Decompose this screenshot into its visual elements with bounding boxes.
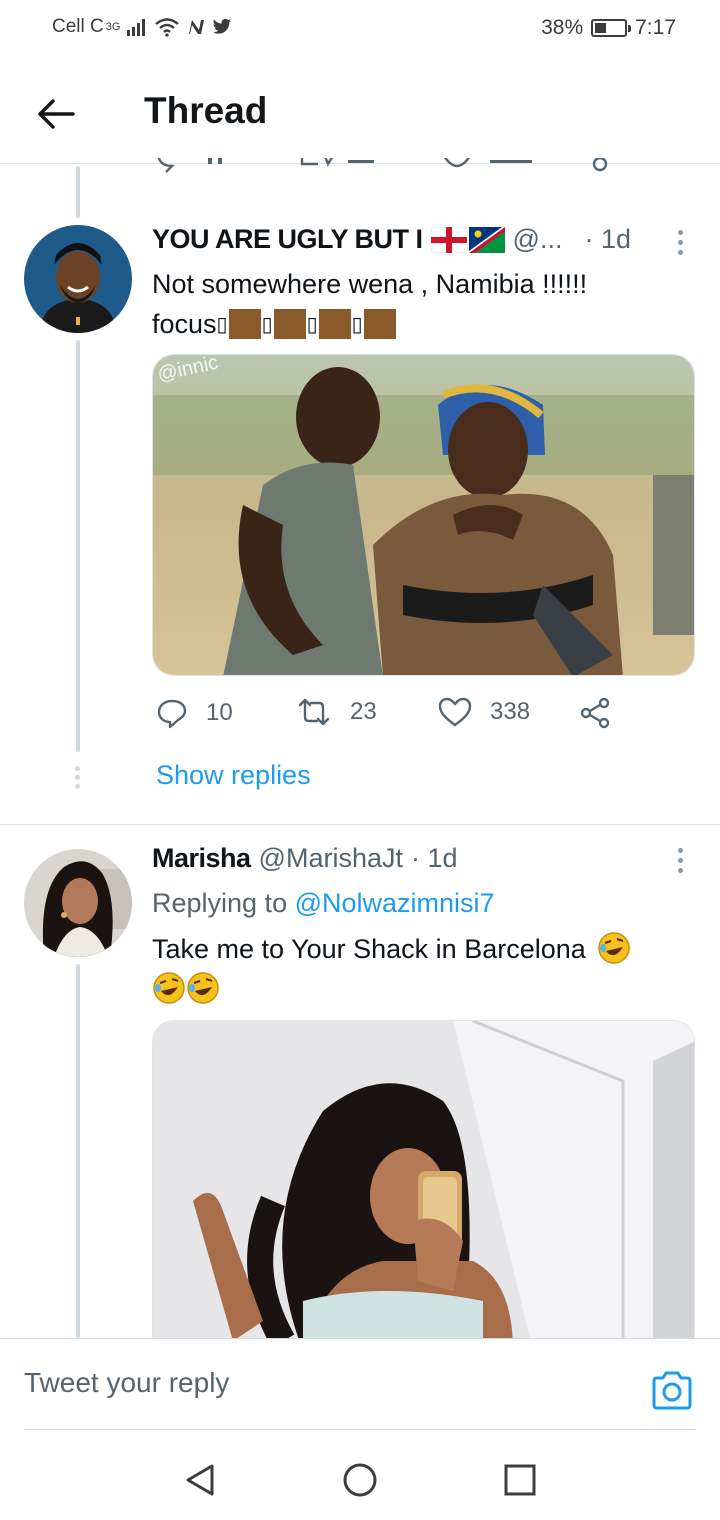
tweet-text: Take me to Your Shack in Barcelona bbox=[152, 929, 631, 1009]
rofl-emoji-icon bbox=[598, 932, 631, 964]
rofl-emoji-icon bbox=[187, 972, 219, 1004]
more-options-button[interactable] bbox=[674, 230, 686, 255]
reply-bar: Tweet your reply bbox=[0, 1338, 720, 1434]
reply-underline bbox=[24, 1429, 696, 1430]
rofl-emoji-icon bbox=[153, 972, 185, 1004]
handle[interactable]: @MarishaJt bbox=[259, 843, 403, 874]
tweet-image[interactable] bbox=[152, 1020, 695, 1350]
triangle-back-icon bbox=[186, 1464, 214, 1496]
replying-to-link[interactable]: @Nolwazimnisi7 bbox=[295, 888, 495, 918]
square-recents-icon bbox=[504, 1464, 536, 1496]
network-type: 3G bbox=[105, 21, 121, 33]
thread-line-tweet1 bbox=[76, 340, 80, 752]
tweet-actions: 10 23 338 bbox=[156, 697, 626, 737]
reply-count: 10 bbox=[206, 699, 233, 726]
emoji-icon bbox=[318, 309, 351, 339]
thread-line-tweet2 bbox=[76, 964, 80, 1338]
namibia-flag-icon bbox=[468, 226, 505, 253]
carrier-name: Cell C bbox=[52, 16, 104, 37]
emoji-icon bbox=[273, 309, 306, 339]
previous-tweet-actions bbox=[152, 158, 632, 176]
tweet-text-line bbox=[152, 969, 631, 1009]
like-count: 338 bbox=[490, 698, 531, 725]
reply-icon bbox=[157, 699, 187, 729]
tweet-text-content: Take me to Your Shack in Barcelona bbox=[152, 934, 586, 964]
thread-continuation-dots bbox=[75, 766, 80, 789]
status-right: 38% 7:17 bbox=[541, 16, 676, 40]
retweet-button[interactable]: 23 bbox=[296, 697, 377, 727]
signal-icon bbox=[127, 19, 146, 36]
display-name[interactable]: YOU ARE UGLY BUT I bbox=[152, 224, 423, 255]
timestamp: · 1d bbox=[411, 843, 458, 873]
thread-line-top bbox=[76, 166, 80, 218]
tweet-header: Marisha @MarishaJt · 1d bbox=[152, 843, 458, 874]
page-title: Thread bbox=[144, 90, 268, 131]
replying-to-line: Replying to @Nolwazimnisi7 bbox=[152, 883, 495, 923]
clock: 7:17 bbox=[635, 16, 676, 39]
avatar[interactable] bbox=[24, 849, 132, 957]
tweet-header: YOU ARE UGLY BUT I @... · 1d bbox=[152, 224, 631, 255]
display-name[interactable]: Marisha bbox=[152, 843, 251, 874]
tweet-text-line: Not somewhere wena , Namibia !!!!!! bbox=[152, 269, 588, 299]
camera-button[interactable] bbox=[650, 1369, 694, 1413]
emoji-icon bbox=[363, 309, 396, 339]
battery-percent: 38% bbox=[541, 16, 584, 39]
share-button[interactable] bbox=[580, 697, 612, 729]
tweet-image[interactable]: @innic bbox=[152, 354, 695, 676]
system-nav-bar bbox=[0, 1436, 720, 1520]
twitter-bird-icon bbox=[213, 18, 232, 34]
arrow-left-icon bbox=[38, 99, 75, 129]
battery-fill bbox=[595, 23, 607, 33]
n-app-icon bbox=[189, 20, 205, 34]
thread-header: Thread bbox=[0, 60, 720, 164]
nav-back-button[interactable] bbox=[180, 1460, 220, 1500]
status-bar: Cell C 3G 38% 7:17 bbox=[0, 0, 720, 56]
reply-input[interactable]: Tweet your reply bbox=[24, 1367, 229, 1399]
heart-icon bbox=[438, 697, 472, 727]
retweet-icon bbox=[298, 698, 330, 726]
circle-home-icon bbox=[343, 1463, 377, 1497]
tweet-text: Not somewhere wena , Namibia !!!!!! focu… bbox=[152, 264, 587, 345]
camera-icon bbox=[652, 1371, 692, 1410]
timestamp: · 1d bbox=[584, 224, 631, 254]
back-button[interactable] bbox=[30, 88, 82, 140]
status-left: Cell C 3G bbox=[52, 16, 232, 38]
nav-recents-button[interactable] bbox=[500, 1460, 540, 1500]
like-button[interactable]: 338 bbox=[438, 697, 530, 727]
share-icon bbox=[580, 697, 610, 729]
tweet-text-line: Take me to Your Shack in Barcelona bbox=[152, 929, 631, 969]
replying-label: Replying to bbox=[152, 888, 288, 918]
tweet-divider bbox=[0, 824, 720, 825]
emoji-icon bbox=[228, 309, 261, 339]
handle[interactable]: @... bbox=[513, 224, 563, 255]
reply-button[interactable]: 10 bbox=[156, 697, 233, 729]
more-options-button[interactable] bbox=[674, 848, 686, 873]
battery-icon bbox=[591, 19, 632, 37]
tweet-text-word: focus bbox=[152, 309, 217, 339]
show-replies-link[interactable]: Show replies bbox=[156, 760, 311, 791]
avatar[interactable] bbox=[24, 225, 132, 333]
tweet-text-line: focus▯ ▯ ▯ ▯ bbox=[152, 304, 587, 345]
nav-home-button[interactable] bbox=[340, 1460, 380, 1500]
wifi-icon bbox=[155, 18, 180, 37]
england-flag-icon bbox=[430, 226, 467, 253]
retweet-count: 23 bbox=[350, 698, 377, 725]
